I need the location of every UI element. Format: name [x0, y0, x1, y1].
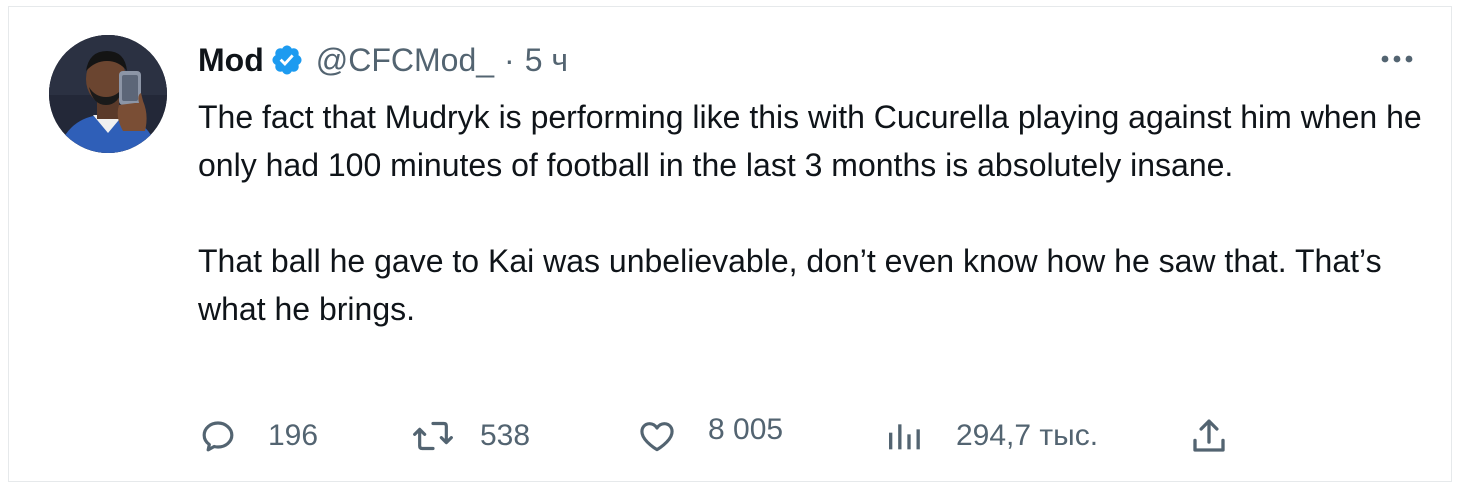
like-count: 8 005 [708, 413, 784, 446]
verified-badge-icon [272, 45, 302, 75]
tweet-card[interactable]: Mod @CFCMod_ · 5 ч The fact that Mudryk … [8, 6, 1452, 482]
share-button[interactable] [1188, 415, 1230, 457]
retweet-icon [413, 421, 453, 451]
avatar-image [49, 35, 167, 153]
more-options-button[interactable] [1377, 47, 1417, 71]
author-name[interactable]: Mod [198, 42, 264, 79]
views-button[interactable]: 294,7 тыс. [884, 411, 1098, 461]
heart-icon [640, 422, 674, 452]
views-count: 294,7 тыс. [956, 419, 1099, 452]
tweet-paragraph: The fact that Mudryk is performing like … [198, 99, 1422, 183]
tweet-actions: 196 538 8 005 294,7 тыс. [198, 411, 1258, 461]
share-icon [1193, 419, 1225, 452]
tweet-paragraph: That ball he gave to Kai was unbelievabl… [198, 243, 1382, 327]
tweet-header: Mod @CFCMod_ · 5 ч [198, 40, 568, 80]
retweet-count: 538 [480, 419, 531, 452]
avatar[interactable] [49, 35, 167, 153]
more-options-icon [1381, 55, 1413, 63]
retweet-button[interactable]: 538 [410, 411, 530, 461]
header-separator: · [504, 41, 515, 78]
views-chart-icon [889, 424, 920, 450]
tweet-text: The fact that Mudryk is performing like … [198, 93, 1428, 333]
reply-button[interactable]: 196 [198, 411, 318, 461]
tweet-timestamp[interactable]: 5 ч [525, 42, 568, 79]
like-button[interactable]: 8 005 [636, 411, 783, 461]
author-handle[interactable]: @CFCMod_ [316, 42, 494, 79]
reply-icon [202, 421, 234, 452]
reply-count: 196 [268, 419, 319, 452]
